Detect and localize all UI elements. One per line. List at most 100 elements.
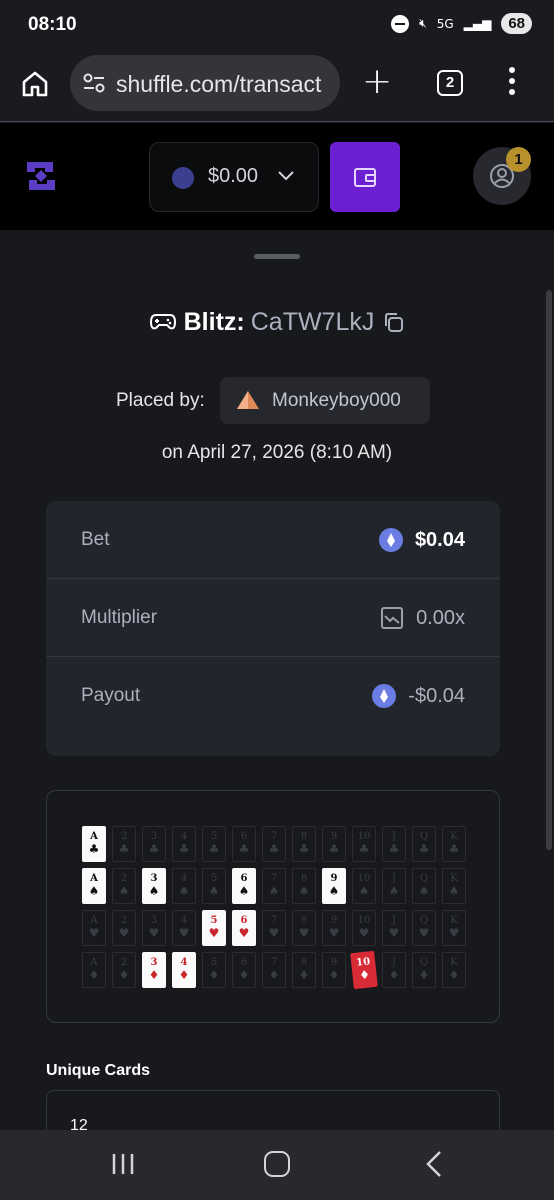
card-9-clubs: 9 ♣ <box>322 826 346 862</box>
status-time: 08:10 <box>28 14 77 35</box>
scrollbar[interactable] <box>546 290 552 850</box>
card-j-hearts: J ♥ <box>382 910 406 946</box>
card-3-spades: 3 ♠ <box>142 868 166 904</box>
card-5-clubs: 5 ♣ <box>202 826 226 862</box>
browser-menu-icon[interactable] <box>508 67 516 101</box>
unique-cards-label: Unique Cards <box>46 1062 151 1079</box>
card-q-spades: Q ♠ <box>412 868 436 904</box>
card-3-hearts: 3 ♥ <box>142 910 166 946</box>
card-q-hearts: Q ♥ <box>412 910 436 946</box>
card-q-clubs: Q ♣ <box>412 826 436 862</box>
browser-toolbar: shuffle.com/transact + 2 <box>0 50 554 122</box>
home-nav-icon[interactable] <box>264 1151 290 1177</box>
card-2-hearts: 2 ♥ <box>112 910 136 946</box>
card-7-diamonds: 7 ♦ <box>262 952 286 988</box>
username[interactable]: Monkeyboy000 <box>272 390 401 412</box>
cards-board: A ♣ 2 ♣ 3 ♣ 4 ♣ 5 ♣ 6 ♣ 7 ♣ 8 ♣ 9 ♣ 10 ♣ J ♣ Q ♣ K ♣ A ♠ 2 ♠ 3 ♠ 4 ♠ 5 ♠ 6 ♠ 7… <box>46 790 500 1023</box>
back-icon[interactable] <box>424 1150 444 1178</box>
shuffle-logo[interactable] <box>23 158 59 194</box>
ethereum-icon <box>172 167 194 189</box>
card-6-clubs: 6 ♣ <box>232 826 256 862</box>
card-8-clubs: 8 ♣ <box>292 826 316 862</box>
card-j-spades: J ♠ <box>382 868 406 904</box>
card-j-diamonds: J ♦ <box>382 952 406 988</box>
card-4-clubs: 4 ♣ <box>172 826 196 862</box>
card-9-hearts: 9 ♥ <box>322 910 346 946</box>
card-k-hearts: K ♥ <box>442 910 466 946</box>
notification-badge: 1 <box>506 147 531 172</box>
multiplier-value: 0.00x <box>416 606 465 629</box>
card-5-hearts: 5 ♥ <box>202 910 226 946</box>
multiplier-row: Multiplier 0.00x <box>46 579 500 657</box>
card-a-hearts: A ♥ <box>82 910 106 946</box>
mute-icon: 🔇︎ <box>419 16 427 30</box>
card-7-hearts: 7 ♥ <box>262 910 286 946</box>
balance-amount: $0.00 <box>208 165 259 187</box>
card-9-diamonds: 9 ♦ <box>322 952 346 988</box>
card-4-diamonds: 4 ♦ <box>172 952 196 988</box>
payout-row: Payout -$0.04 <box>46 657 500 735</box>
tab-switcher-button[interactable]: 2 <box>437 70 463 96</box>
copy-icon[interactable] <box>382 311 404 333</box>
user-chip[interactable]: Monkeyboy000 <box>220 377 430 424</box>
card-7-clubs: 7 ♣ <box>262 826 286 862</box>
card-3-diamonds: 3 ♦ <box>142 952 166 988</box>
payout-label: Payout <box>81 685 141 706</box>
url-text[interactable]: shuffle.com/transact <box>116 71 330 98</box>
payout-value: -$0.04 <box>408 684 465 707</box>
card-3-clubs: 3 ♣ <box>142 826 166 862</box>
card-8-hearts: 8 ♥ <box>292 910 316 946</box>
bet-title: Blitz: CaTW7LkJ <box>0 307 554 337</box>
site-settings-icon[interactable] <box>82 72 106 94</box>
card-a-spades: A ♠ <box>82 868 106 904</box>
bet-date: on April 27, 2026 (8:10 AM) <box>161 442 393 463</box>
card-4-hearts: 4 ♥ <box>172 910 196 946</box>
placed-by-label: Placed by: <box>116 390 205 411</box>
card-8-diamonds: 8 ♦ <box>292 952 316 988</box>
card-4-spades: 4 ♠ <box>172 868 196 904</box>
card-k-spades: K ♠ <box>442 868 466 904</box>
wallet-icon <box>354 168 376 187</box>
multiplier-label: Multiplier <box>81 607 158 628</box>
card-2-clubs: 2 ♣ <box>112 826 136 862</box>
card-7-spades: 7 ♠ <box>262 868 286 904</box>
gamepad-icon <box>149 314 176 330</box>
bet-row: Bet $0.04 <box>46 501 500 579</box>
card-k-clubs: K ♣ <box>442 826 466 862</box>
chevron-down-icon <box>278 171 294 181</box>
recent-apps-icon[interactable] <box>110 1152 136 1176</box>
card-10-diamonds: 10 ♦ <box>350 950 378 990</box>
wallet-button[interactable] <box>330 142 400 212</box>
card-10-hearts: 10 ♥ <box>352 910 376 946</box>
drag-handle[interactable] <box>254 254 300 259</box>
ethereum-icon <box>378 528 403 552</box>
game-name: Blitz: <box>183 307 245 336</box>
battery-indicator: 68 <box>501 13 532 34</box>
balance-selector[interactable]: $0.00 <box>149 142 319 212</box>
card-5-diamonds: 5 ♦ <box>202 952 226 988</box>
network-indicator: 5G <box>436 16 454 31</box>
bet-label: Bet <box>81 529 110 550</box>
card-6-hearts: 6 ♥ <box>232 910 256 946</box>
do-not-disturb-icon <box>391 14 410 33</box>
status-bar: 08:10 🔇︎ 5G ▂▄▆ 68 <box>0 0 554 50</box>
card-q-diamonds: Q ♦ <box>412 952 436 988</box>
home-icon[interactable] <box>20 69 50 99</box>
site-header: $0.00 1 <box>0 123 554 230</box>
card-a-clubs: A ♣ <box>82 826 106 862</box>
rank-icon <box>237 391 259 409</box>
card-j-clubs: J ♣ <box>382 826 406 862</box>
card-6-diamonds: 6 ♦ <box>232 952 256 988</box>
ethereum-icon <box>372 684 397 708</box>
bet-details-sheet: Blitz: CaTW7LkJ Placed by: Monkeyboy000 o… <box>0 230 554 1150</box>
bet-id: CaTW7LkJ <box>250 307 375 336</box>
card-8-spades: 8 ♠ <box>292 868 316 904</box>
card-2-diamonds: 2 ♦ <box>112 952 136 988</box>
bet-summary-panel: Bet $0.04 Multiplier 0.00x Payout -$0.04 <box>46 501 500 756</box>
multiplier-chart-icon <box>381 607 404 629</box>
address-bar[interactable]: shuffle.com/transact <box>70 55 340 111</box>
new-tab-button[interactable]: + <box>362 64 392 100</box>
card-k-diamonds: K ♦ <box>442 952 466 988</box>
card-9-spades: 9 ♠ <box>322 868 346 904</box>
card-5-spades: 5 ♠ <box>202 868 226 904</box>
